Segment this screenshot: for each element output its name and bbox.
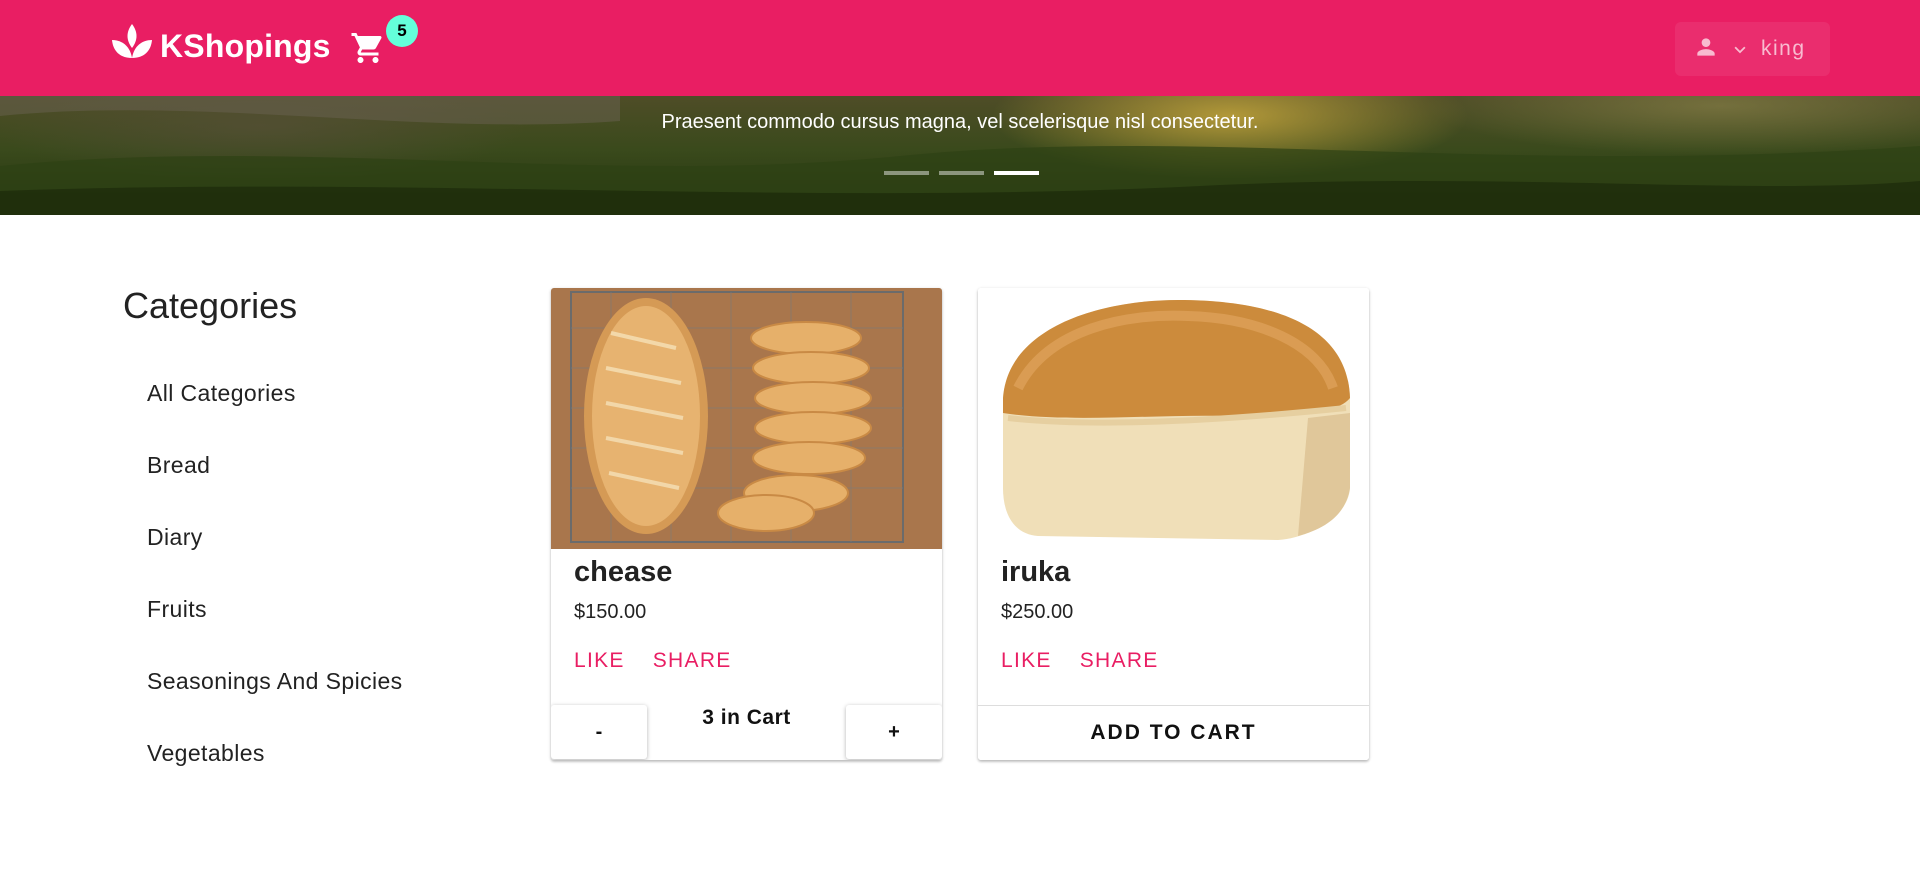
lotus-logo-icon [108,20,156,73]
in-cart-status: 3 in Cart [702,706,791,729]
brand-name: KShopings [160,27,331,64]
decrease-quantity-button[interactable]: - [551,705,647,759]
increase-quantity-button[interactable]: + [846,705,942,759]
like-button[interactable]: LIKE [563,637,636,685]
person-icon [1693,34,1719,65]
user-menu-button[interactable]: king [1675,22,1830,76]
product-name[interactable]: iruka [1001,556,1070,589]
category-item-all[interactable]: All Categories [123,357,523,429]
share-button[interactable]: SHARE [642,637,743,685]
category-item-diary[interactable]: Diary [123,501,523,573]
user-name: king [1761,37,1806,60]
carousel-indicator-3[interactable] [994,171,1039,175]
card-actions: LIKE SHARE [563,637,743,685]
product-price: $150.00 [574,601,647,623]
category-item-fruits[interactable]: Fruits [123,573,523,645]
card-actions: LIKE SHARE [990,637,1170,685]
product-name[interactable]: chease [574,556,672,589]
carousel-indicator-2[interactable] [939,171,984,175]
product-card: chease $150.00 LIKE SHARE - 3 in Cart + [551,288,942,760]
carousel-indicator-1[interactable] [884,171,929,175]
cart-count-badge: 5 [386,15,418,47]
categories-title: Categories [123,285,298,326]
app-header: KShopings 5 king [0,0,1920,96]
hero-carousel: Praesent commodo cursus magna, vel scele… [0,96,1920,215]
carousel-indicators [884,171,1039,175]
product-price: $250.00 [1001,601,1074,623]
add-to-cart-button[interactable]: ADD TO CART [978,705,1369,760]
hero-caption: Praesent commodo cursus magna, vel scele… [661,111,1259,133]
share-button[interactable]: SHARE [1069,637,1170,685]
chevron-down-icon [1729,36,1751,63]
shopping-cart-icon [350,33,386,70]
category-item-bread[interactable]: Bread [123,429,523,501]
category-item-vegetables[interactable]: Vegetables [123,717,523,789]
product-image[interactable] [551,288,942,549]
cart-button[interactable]: 5 [350,15,418,70]
product-card: iruka $250.00 LIKE SHARE ADD TO CART [978,288,1369,760]
category-item-seasonings[interactable]: Seasonings And Spicies [123,645,523,717]
brand-logo-link[interactable]: KShopings [108,18,331,74]
categories-sidebar: Categories All Categories Bread Diary Fr… [123,285,523,789]
like-button[interactable]: LIKE [990,637,1063,685]
category-list: All Categories Bread Diary Fruits Season… [123,357,523,789]
product-image[interactable] [978,288,1369,549]
